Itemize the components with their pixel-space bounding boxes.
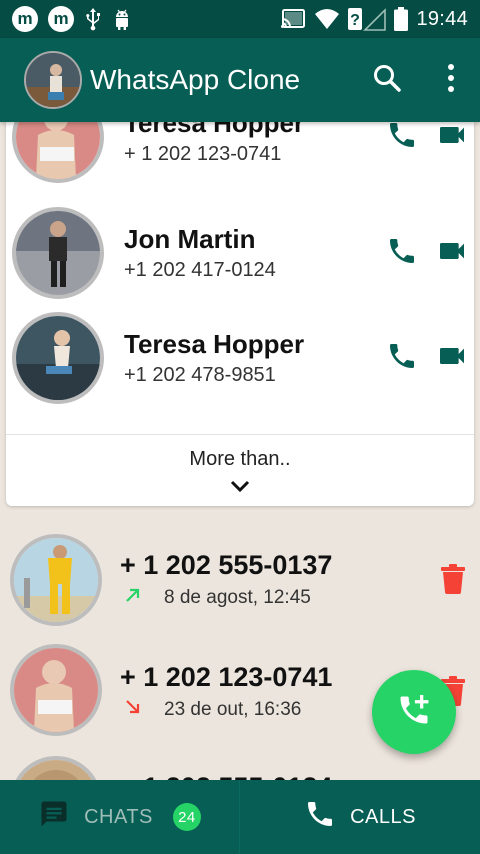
app-bar: WhatsApp Clone [0, 38, 480, 122]
search-icon[interactable] [372, 63, 402, 98]
outgoing-call-icon [124, 586, 142, 610]
add-call-icon [396, 692, 432, 733]
contact-name: Teresa Hopper [124, 122, 305, 138]
phone-icon [304, 798, 336, 836]
phone-icon[interactable] [386, 340, 418, 377]
chevron-down-icon[interactable] [228, 478, 252, 499]
tab-calls-label: CALLS [350, 805, 416, 828]
m-notification-icon: m [12, 6, 38, 32]
status-bar: m m ? 19:44 [0, 0, 480, 38]
tab-calls[interactable]: CALLS [240, 780, 480, 854]
cast-icon [280, 8, 306, 30]
contact-avatar [12, 207, 104, 299]
call-date: 23 de out, 16:36 [164, 699, 302, 720]
more-vert-icon[interactable] [446, 63, 456, 98]
svg-text:?: ? [351, 12, 361, 29]
contact-avatar [12, 312, 104, 404]
bottom-tab-bar: CHATS 24 CALLS [0, 780, 480, 854]
contact-row[interactable]: Teresa Hopper +1 202 478-9851 [6, 305, 474, 411]
more-contacts-button[interactable]: More than.. [6, 448, 474, 471]
phone-icon[interactable] [386, 122, 418, 156]
videocam-icon[interactable] [436, 122, 468, 156]
app-title: WhatsApp Clone [90, 64, 301, 95]
contact-row[interactable]: Teresa Hopper + 1 202 123-0741 [6, 122, 474, 190]
battery-icon [394, 7, 409, 31]
unread-badge: 24 [172, 803, 201, 831]
contact-name: Jon Martin [124, 224, 256, 254]
new-call-fab[interactable] [372, 670, 456, 754]
android-icon [112, 7, 132, 31]
missed-call-icon [124, 698, 142, 722]
contact-avatar [12, 122, 104, 183]
call-avatar [10, 534, 102, 626]
usb-icon [84, 7, 102, 31]
call-date: 8 de agost, 12:45 [164, 587, 311, 608]
tab-chats-label: CHATS [84, 805, 153, 828]
profile-avatar[interactable] [24, 51, 82, 109]
videocam-icon[interactable] [436, 235, 468, 272]
status-clock: 19:44 [416, 7, 468, 30]
phone-icon[interactable] [386, 235, 418, 272]
call-avatar [10, 644, 102, 736]
signal-icon: ? [348, 7, 387, 31]
contact-phone: + 1 202 123-0741 [124, 143, 282, 165]
wifi-icon [314, 8, 340, 30]
contact-row[interactable]: Jon Martin +1 202 417-0124 [6, 200, 474, 306]
delete-icon[interactable] [440, 564, 466, 599]
call-number: + 1 202 555-0137 [120, 550, 333, 580]
m-notification-icon: m [48, 6, 74, 32]
contacts-card: Teresa Hopper + 1 202 123-0741 Jon Marti… [6, 122, 474, 506]
contact-phone: +1 202 417-0124 [124, 259, 276, 281]
call-number: + 1 202 123-0741 [120, 662, 333, 692]
tab-chats[interactable]: CHATS 24 [0, 780, 240, 854]
contact-phone: +1 202 478-9851 [124, 364, 276, 386]
contact-name: Teresa Hopper [124, 329, 305, 359]
call-log-row[interactable]: + 1 202 555-0137 8 de agost, 12:45 [0, 530, 480, 640]
divider [6, 434, 474, 435]
videocam-icon[interactable] [436, 340, 468, 377]
chat-icon [38, 799, 70, 835]
